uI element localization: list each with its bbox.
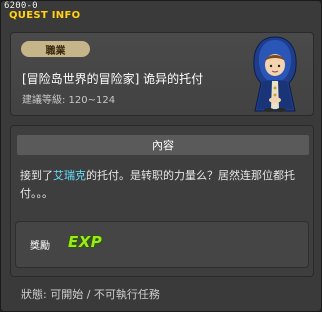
recommended-level: 建議等級: 120~124 xyxy=(22,95,116,106)
window-title: QUEST INFO xyxy=(9,10,81,21)
npc-name-link[interactable]: 艾瑞克 xyxy=(53,169,86,182)
category-badge: 職業 xyxy=(21,41,90,57)
content-section-title: 內容 xyxy=(17,135,309,155)
reward-panel: 獎勵 EXP xyxy=(15,221,309,268)
quest-title: [冒险岛世界的冒险家] 诡异的托付 xyxy=(22,72,204,86)
npc-portrait xyxy=(253,36,297,112)
quest-description: 接到了艾瑞克的托付。是转职的力量么？居然连那位都托付。。。 xyxy=(20,167,308,203)
quest-info-window: 6200-0 QUEST INFO 職業 [冒险岛世界的冒险家] 诡异的托付 建… xyxy=(0,0,322,312)
description-text-before: 接到了 xyxy=(20,169,53,182)
quest-header-panel: 職業 [冒险岛世界的冒险家] 诡异的托付 建議等級: 120~124 xyxy=(10,32,314,116)
quest-content-panel: 內容 接到了艾瑞克的托付。是转职的力量么？居然连那位都托付。。。 獎勵 EXP xyxy=(10,125,314,277)
reward-label: 獎勵 xyxy=(30,241,50,252)
exp-icon: EXP xyxy=(68,233,103,251)
quest-status: 狀態: 可開始 / 不可執行任務 xyxy=(21,288,160,301)
